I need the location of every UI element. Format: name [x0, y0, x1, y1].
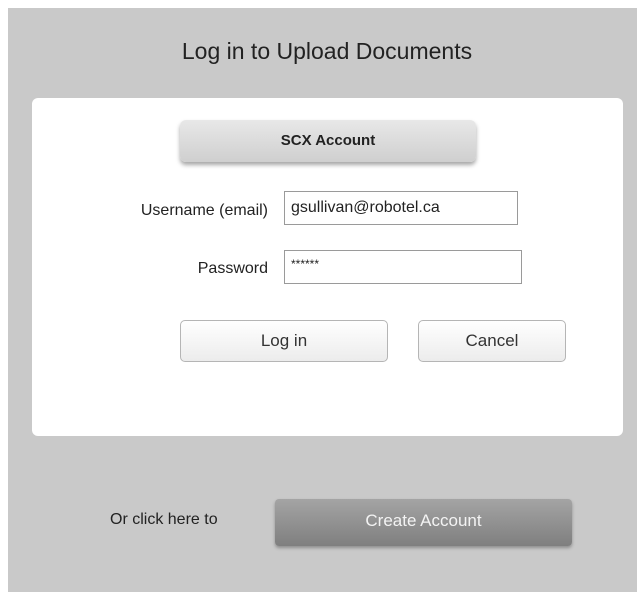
- scx-account-tab[interactable]: SCX Account: [180, 120, 476, 162]
- password-label: Password: [197, 260, 268, 277]
- password-field[interactable]: ******: [284, 250, 522, 284]
- create-account-button[interactable]: Create Account: [275, 499, 572, 546]
- login-button[interactable]: Log in: [180, 320, 388, 362]
- cancel-button[interactable]: Cancel: [418, 320, 566, 362]
- create-account-prompt: Or click here to: [110, 511, 218, 528]
- login-card: SCX Account Username (email) gsullivan@r…: [32, 98, 623, 436]
- username-field[interactable]: gsullivan@robotel.ca: [284, 191, 518, 225]
- page-title: Log in to Upload Documents: [181, 38, 473, 64]
- username-label: Username (email): [140, 202, 268, 219]
